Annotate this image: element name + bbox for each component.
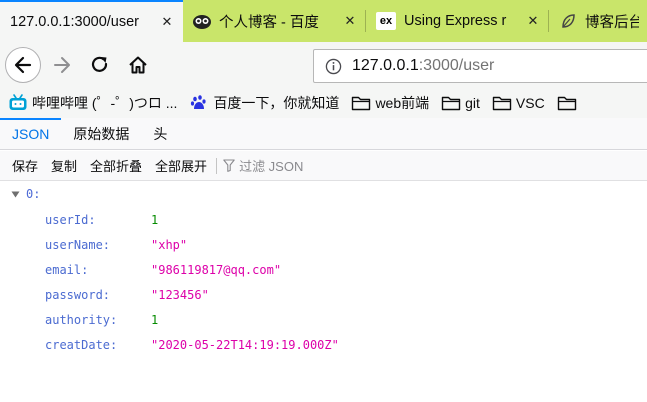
close-icon[interactable]: ✕ (342, 13, 358, 29)
json-value: "xhp" (151, 237, 188, 252)
reload-button[interactable] (83, 48, 117, 82)
json-key: userId: (45, 212, 96, 227)
close-icon[interactable]: ✕ (159, 14, 175, 30)
json-value: 1 (151, 312, 159, 327)
baidu-paw-icon (189, 94, 209, 112)
json-row[interactable]: creatDate: "2020-05-22T14:19:19.000Z" (0, 332, 647, 357)
json-value: "986119817@qq.com" (151, 262, 282, 277)
bookmark-label: 哔哩哔哩 (゜-゜)つロ ... (32, 95, 178, 111)
tab-json[interactable]: JSON (0, 118, 62, 149)
json-row[interactable]: userId: 1 (0, 207, 647, 232)
back-arrow-icon (14, 56, 32, 74)
json-key: authority: (45, 312, 118, 327)
info-icon[interactable] (318, 58, 348, 75)
bookmark-folder-git[interactable]: git (441, 94, 480, 112)
home-button[interactable] (121, 48, 155, 82)
url-text: 127.0.0.1:3000/user (348, 57, 494, 75)
url-host: 127.0.0.1 (352, 57, 419, 74)
json-row[interactable]: email: "986119817@qq.com" (0, 257, 647, 282)
address-bar[interactable]: 127.0.0.1:3000/user (313, 49, 647, 83)
navigation-bar: 127.0.0.1:3000/user (0, 42, 647, 88)
tab-raw-data[interactable]: 原始数据 (61, 118, 141, 149)
folder-icon (351, 94, 371, 112)
bookmark-folder[interactable] (557, 94, 581, 112)
json-index-label: 0: (26, 187, 41, 201)
bookmark-label: git (465, 95, 480, 111)
browser-tab-active[interactable]: 127.0.0.1:3000/user ✕ (0, 0, 183, 42)
json-array-item[interactable]: 0: (0, 182, 647, 206)
bookmark-folder-web[interactable]: web前端 (351, 93, 429, 113)
json-key: creatDate: (45, 337, 118, 352)
filter-placeholder: 过滤 JSON (239, 159, 304, 174)
close-icon[interactable]: ✕ (525, 13, 541, 29)
json-row[interactable]: password: "123456" (0, 282, 647, 307)
filter-json-input[interactable]: 过滤 JSON (219, 156, 303, 175)
bilibili-icon (8, 94, 28, 112)
tab-title: 127.0.0.1:3000/user (10, 14, 139, 30)
save-button[interactable]: 保存 (6, 155, 45, 177)
reload-icon (91, 56, 108, 72)
collapse-all-button[interactable]: 全部折叠 (84, 155, 149, 177)
bookmark-baidu[interactable]: 百度一下，你就知道 (189, 93, 339, 113)
folder-icon (441, 94, 461, 112)
expand-triangle-icon[interactable] (10, 189, 20, 199)
filter-icon (223, 159, 235, 172)
leaf-icon (559, 12, 577, 30)
browser-tab[interactable]: 个人博客 - 百度 ✕ (183, 0, 366, 42)
tab-headers[interactable]: 头 (141, 118, 179, 149)
json-key: userName: (45, 237, 111, 252)
json-viewer-tabs: JSON 原始数据 头 (0, 118, 647, 150)
json-key: email: (45, 262, 89, 277)
back-button[interactable] (5, 47, 41, 83)
bookmarks-bar: 哔哩哔哩 (゜-゜)つロ ... 百度一下，你就知道 web前端 git VSC (0, 88, 647, 118)
browser-tab[interactable]: 博客后台 (549, 0, 647, 42)
express-icon: ex (376, 12, 396, 30)
tab-title: Using Express r (404, 13, 507, 29)
json-row[interactable]: authority: 1 (0, 307, 647, 332)
forward-arrow-icon (54, 57, 70, 73)
json-toolbar: 保存 复制 全部折叠 全部展开 过滤 JSON (0, 151, 647, 181)
bookmark-label: web前端 (375, 95, 430, 111)
json-tree: 0: userId: 1 userName: "xhp" email: "986… (0, 182, 647, 352)
home-icon (129, 56, 147, 74)
forward-button[interactable] (45, 48, 79, 82)
bookmark-label: 百度一下，你就知道 (213, 95, 340, 111)
folder-icon (492, 94, 512, 112)
folder-icon (557, 94, 577, 112)
browser-tab[interactable]: ex Using Express r ✕ (366, 0, 549, 42)
json-row[interactable]: userName: "xhp" (0, 232, 647, 257)
json-key: password: (45, 287, 111, 302)
json-value: "2020-05-22T14:19:19.000Z" (151, 337, 339, 352)
copy-button[interactable]: 复制 (45, 155, 84, 177)
tab-strip: 127.0.0.1:3000/user ✕ 个人博客 - 百度 ✕ ex Usi… (0, 0, 647, 42)
tab-title: 个人博客 - 百度 (219, 14, 319, 31)
toolbar-divider (216, 157, 218, 174)
bookmark-folder-vsc[interactable]: VSC (492, 94, 545, 112)
bookmark-label: VSC (515, 95, 545, 111)
bookmark-bilibili[interactable]: 哔哩哔哩 (゜-゜)つロ ... (8, 93, 177, 113)
tab-title: 博客后台 (585, 14, 639, 31)
json-value: 1 (151, 212, 159, 227)
json-value: "123456" (151, 287, 209, 302)
expand-all-button[interactable]: 全部展开 (149, 155, 214, 177)
url-path: :3000/user (418, 57, 495, 74)
owl-icon (193, 12, 211, 30)
